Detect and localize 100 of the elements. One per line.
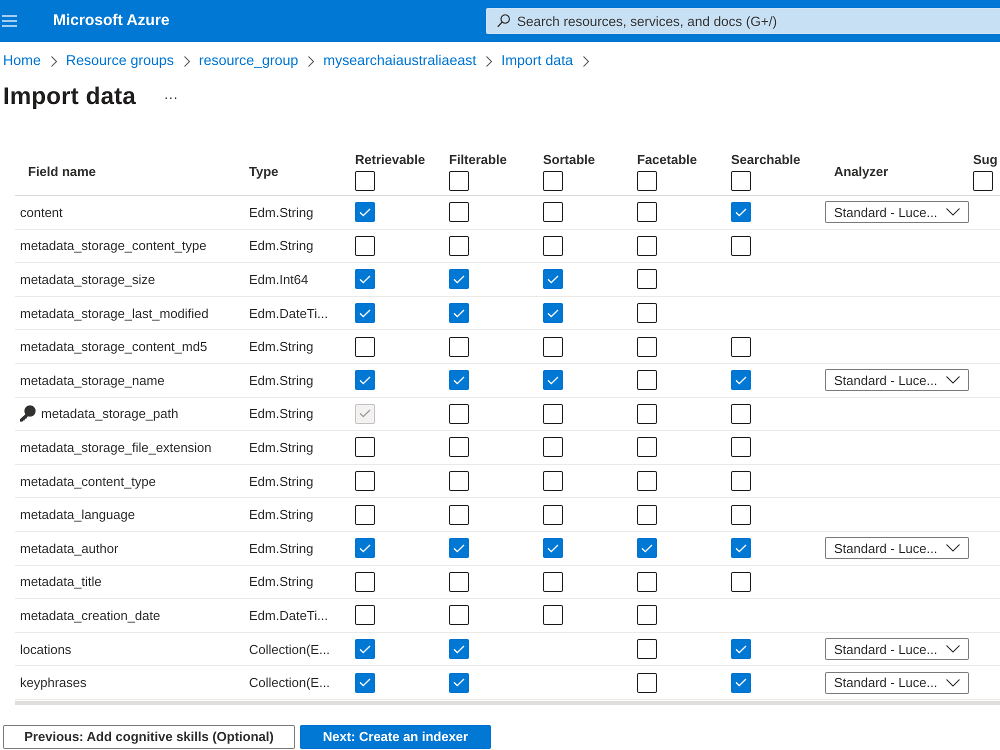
breadcrumb-link[interactable]: Import data <box>501 53 574 69</box>
checkbox[interactable] <box>731 336 751 357</box>
checkbox[interactable] <box>637 538 657 558</box>
checkbox[interactable] <box>543 336 563 357</box>
analyzer-dropdown[interactable]: Standard - Luce... <box>825 369 969 392</box>
analyzer-dropdown[interactable]: Standard - Luce... <box>825 537 969 560</box>
analyzer-dropdown[interactable]: Standard - Luce... <box>825 638 969 660</box>
analyzer-dropdown[interactable]: Standard - Luce... <box>825 672 969 694</box>
search-field[interactable]: Search resources, services, and docs (G+/) <box>486 8 1000 34</box>
previous-button[interactable]: Previous: Add cognitive skills (Optional) <box>3 724 295 749</box>
field-name: metadata_storage_content_type <box>20 238 206 254</box>
checkbox[interactable] <box>731 639 751 660</box>
checkbox[interactable] <box>543 236 563 256</box>
checkbox[interactable] <box>543 538 563 558</box>
checkbox[interactable] <box>449 471 469 492</box>
checkbox[interactable] <box>355 672 375 693</box>
checkbox[interactable] <box>449 336 469 357</box>
field-name: keyphrases <box>20 675 86 690</box>
checkbox[interactable] <box>637 437 657 458</box>
header-checkbox[interactable] <box>543 171 563 191</box>
checkbox[interactable] <box>449 504 469 525</box>
checkbox[interactable] <box>731 572 751 592</box>
checkbox[interactable] <box>355 605 375 626</box>
checkbox[interactable] <box>355 639 375 660</box>
header-checkbox[interactable] <box>449 171 469 191</box>
checkbox[interactable] <box>355 370 375 390</box>
checkbox[interactable] <box>355 572 375 592</box>
checkbox[interactable] <box>449 538 469 558</box>
menu-icon[interactable] <box>2 15 17 27</box>
checkbox[interactable] <box>449 269 469 290</box>
checkbox[interactable] <box>637 336 657 357</box>
checkbox[interactable] <box>543 471 563 492</box>
breadcrumb-link[interactable]: mysearchaiaustraliaeast <box>323 53 476 69</box>
checkbox[interactable] <box>543 202 563 222</box>
checkbox[interactable] <box>543 605 563 626</box>
checkbox[interactable] <box>731 471 751 492</box>
checkbox[interactable] <box>637 639 657 660</box>
checkbox[interactable] <box>355 269 375 290</box>
checkbox[interactable] <box>355 504 375 525</box>
breadcrumb-link[interactable]: resource_group <box>198 53 298 69</box>
checkbox[interactable] <box>449 437 469 458</box>
checkbox[interactable] <box>449 672 469 693</box>
header-checkbox[interactable] <box>355 171 375 191</box>
checkbox[interactable] <box>731 437 751 458</box>
checkbox[interactable] <box>637 269 657 290</box>
checkbox[interactable] <box>637 404 657 424</box>
field-name: metadata_storage_size <box>20 272 156 287</box>
checkbox[interactable] <box>637 370 657 390</box>
checkbox[interactable] <box>543 437 563 458</box>
chevron-down-icon <box>946 645 960 654</box>
header-checkbox[interactable] <box>731 171 751 191</box>
header-checkbox[interactable] <box>973 171 993 191</box>
checkbox[interactable] <box>731 504 751 525</box>
checkbox[interactable] <box>543 370 563 390</box>
checkbox[interactable] <box>449 236 469 256</box>
checkbox[interactable] <box>449 202 469 222</box>
checkbox[interactable] <box>731 236 751 256</box>
horizontal-scrollbar[interactable] <box>15 700 1000 705</box>
checkbox[interactable] <box>355 303 375 324</box>
checkbox[interactable] <box>637 572 657 592</box>
checkbox[interactable] <box>637 605 657 626</box>
checkmark-icon <box>453 678 465 688</box>
checkbox[interactable] <box>637 504 657 525</box>
checkbox[interactable] <box>731 672 751 693</box>
checkbox[interactable] <box>449 639 469 660</box>
checkbox[interactable] <box>355 437 375 458</box>
checkbox[interactable] <box>731 370 751 390</box>
checkbox[interactable] <box>449 370 469 390</box>
checkbox[interactable] <box>637 471 657 492</box>
more-button[interactable]: ··· <box>162 89 180 105</box>
checkbox[interactable] <box>355 538 375 558</box>
checkbox[interactable] <box>543 269 563 290</box>
checkbox[interactable] <box>543 303 563 324</box>
field-name: metadata_creation_date <box>20 608 160 623</box>
checkbox[interactable] <box>637 303 657 324</box>
checkbox[interactable] <box>637 672 657 693</box>
field-type: Edm.String <box>249 474 314 489</box>
checkbox[interactable] <box>355 202 375 222</box>
breadcrumb-link[interactable]: Resource groups <box>66 53 174 69</box>
checkmark-icon <box>359 544 371 553</box>
checkbox[interactable] <box>731 404 751 424</box>
analyzer-dropdown[interactable]: Standard - Luce... <box>825 201 969 224</box>
breadcrumb-link[interactable]: Home <box>3 53 41 69</box>
checkbox[interactable] <box>449 605 469 626</box>
checkbox[interactable] <box>355 471 375 492</box>
checkbox[interactable] <box>355 236 375 256</box>
next-button[interactable]: Next: Create an indexer <box>300 724 491 749</box>
checkbox[interactable] <box>355 336 375 357</box>
checkbox[interactable] <box>637 202 657 222</box>
field-type: Edm.DateTi... <box>249 608 328 623</box>
header-checkbox[interactable] <box>637 171 657 191</box>
checkbox[interactable] <box>449 303 469 324</box>
checkbox[interactable] <box>543 572 563 592</box>
checkbox[interactable] <box>637 236 657 256</box>
checkbox[interactable] <box>449 404 469 424</box>
checkbox[interactable] <box>449 572 469 592</box>
checkbox[interactable] <box>731 202 751 222</box>
checkbox[interactable] <box>543 504 563 525</box>
checkbox[interactable] <box>543 404 563 424</box>
checkbox[interactable] <box>731 538 751 558</box>
